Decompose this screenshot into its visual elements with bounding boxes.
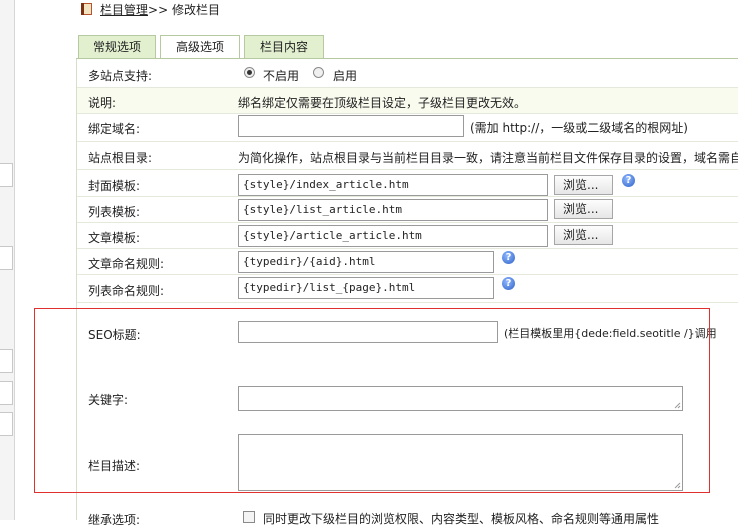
tab-column-content[interactable]: 栏目内容 [244, 35, 324, 58]
help-icon[interactable]: ? [622, 174, 635, 187]
seo-title-input[interactable] [238, 321, 498, 343]
bind-domain-input[interactable] [238, 115, 464, 137]
breadcrumb-current: 修改栏目 [171, 3, 220, 17]
index-template-browse-button[interactable]: 浏览... [554, 175, 613, 195]
left-sidebar-strip [0, 0, 15, 520]
article-rule-input[interactable]: {typedir}/{aid}.html [238, 251, 494, 273]
breadcrumb-separator: >> [148, 3, 169, 17]
tab-general-options[interactable]: 常规选项 [78, 35, 156, 58]
list-template-input[interactable]: {style}/list_article.htm [238, 199, 548, 221]
sidebar-stub-item[interactable] [0, 381, 13, 405]
bind-domain-hint: (需加 http://，一级或二级域名的根网址) [470, 121, 688, 135]
seo-title-label: SEO标题: [88, 328, 141, 342]
sidebar-stub-item[interactable] [0, 246, 13, 270]
sidebar-stub-item[interactable] [0, 349, 13, 373]
list-template-label: 列表模板: [88, 205, 141, 219]
index-template-input[interactable]: {style}/index_article.htm [238, 174, 548, 196]
multisite-off-radio[interactable] [244, 67, 255, 78]
sidebar-stub-item[interactable] [0, 163, 13, 187]
book-icon [81, 3, 92, 15]
resize-grip-icon[interactable] [674, 402, 681, 409]
row-multisite [77, 62, 738, 88]
breadcrumb-link-column-manage[interactable]: 栏目管理 [100, 3, 148, 17]
bind-domain-label: 绑定域名: [88, 122, 141, 136]
note-text: 绑名绑定仅需要在顶级栏目设定，子级栏目更改无效。 [238, 96, 527, 110]
article-template-browse-button[interactable]: 浏览... [554, 225, 613, 245]
multisite-on-label[interactable]: 启用 [333, 67, 357, 84]
breadcrumb: 栏目管理>> 修改栏目 [80, 1, 220, 19]
multisite-off-label[interactable]: 不启用 [263, 67, 299, 84]
site-root-text: 为简化操作，站点根目录与当前栏目目录一致，请注意当前栏目文件保存目录的设置，域名… [238, 151, 738, 165]
list-rule-input[interactable]: {typedir}/list_{page}.html [238, 277, 494, 299]
help-icon[interactable]: ? [502, 277, 515, 290]
keywords-label: 关键字: [88, 393, 129, 407]
keywords-textarea[interactable] [238, 386, 683, 411]
list-rule-label: 列表命名规则: [88, 284, 165, 298]
description-label: 栏目描述: [88, 459, 141, 473]
article-template-input[interactable]: {style}/article_article.htm [238, 225, 548, 247]
seo-title-hint: (栏目模板里用{dede:field.seotitle /}调用 [504, 327, 717, 340]
tab-advanced-options[interactable]: 高级选项 [160, 35, 240, 59]
article-rule-label: 文章命名规则: [88, 257, 165, 271]
resize-grip-icon[interactable] [674, 482, 681, 489]
article-template-label: 文章模板: [88, 231, 141, 245]
sidebar-stub-item[interactable] [0, 412, 13, 436]
multisite-on-radio[interactable] [313, 67, 324, 78]
help-icon[interactable]: ? [502, 251, 515, 264]
note-label: 说明: [88, 96, 117, 110]
inherit-checkbox[interactable] [243, 511, 255, 523]
multisite-label: 多站点支持: [88, 69, 153, 83]
description-textarea[interactable] [238, 434, 683, 491]
site-root-label: 站点根目录: [88, 151, 153, 165]
inherit-text: 同时更改下级栏目的浏览权限、内容类型、模板风格、命名规则等通用属性 [263, 512, 660, 526]
index-template-label: 封面模板: [88, 179, 141, 193]
list-template-browse-button[interactable]: 浏览... [554, 199, 613, 219]
